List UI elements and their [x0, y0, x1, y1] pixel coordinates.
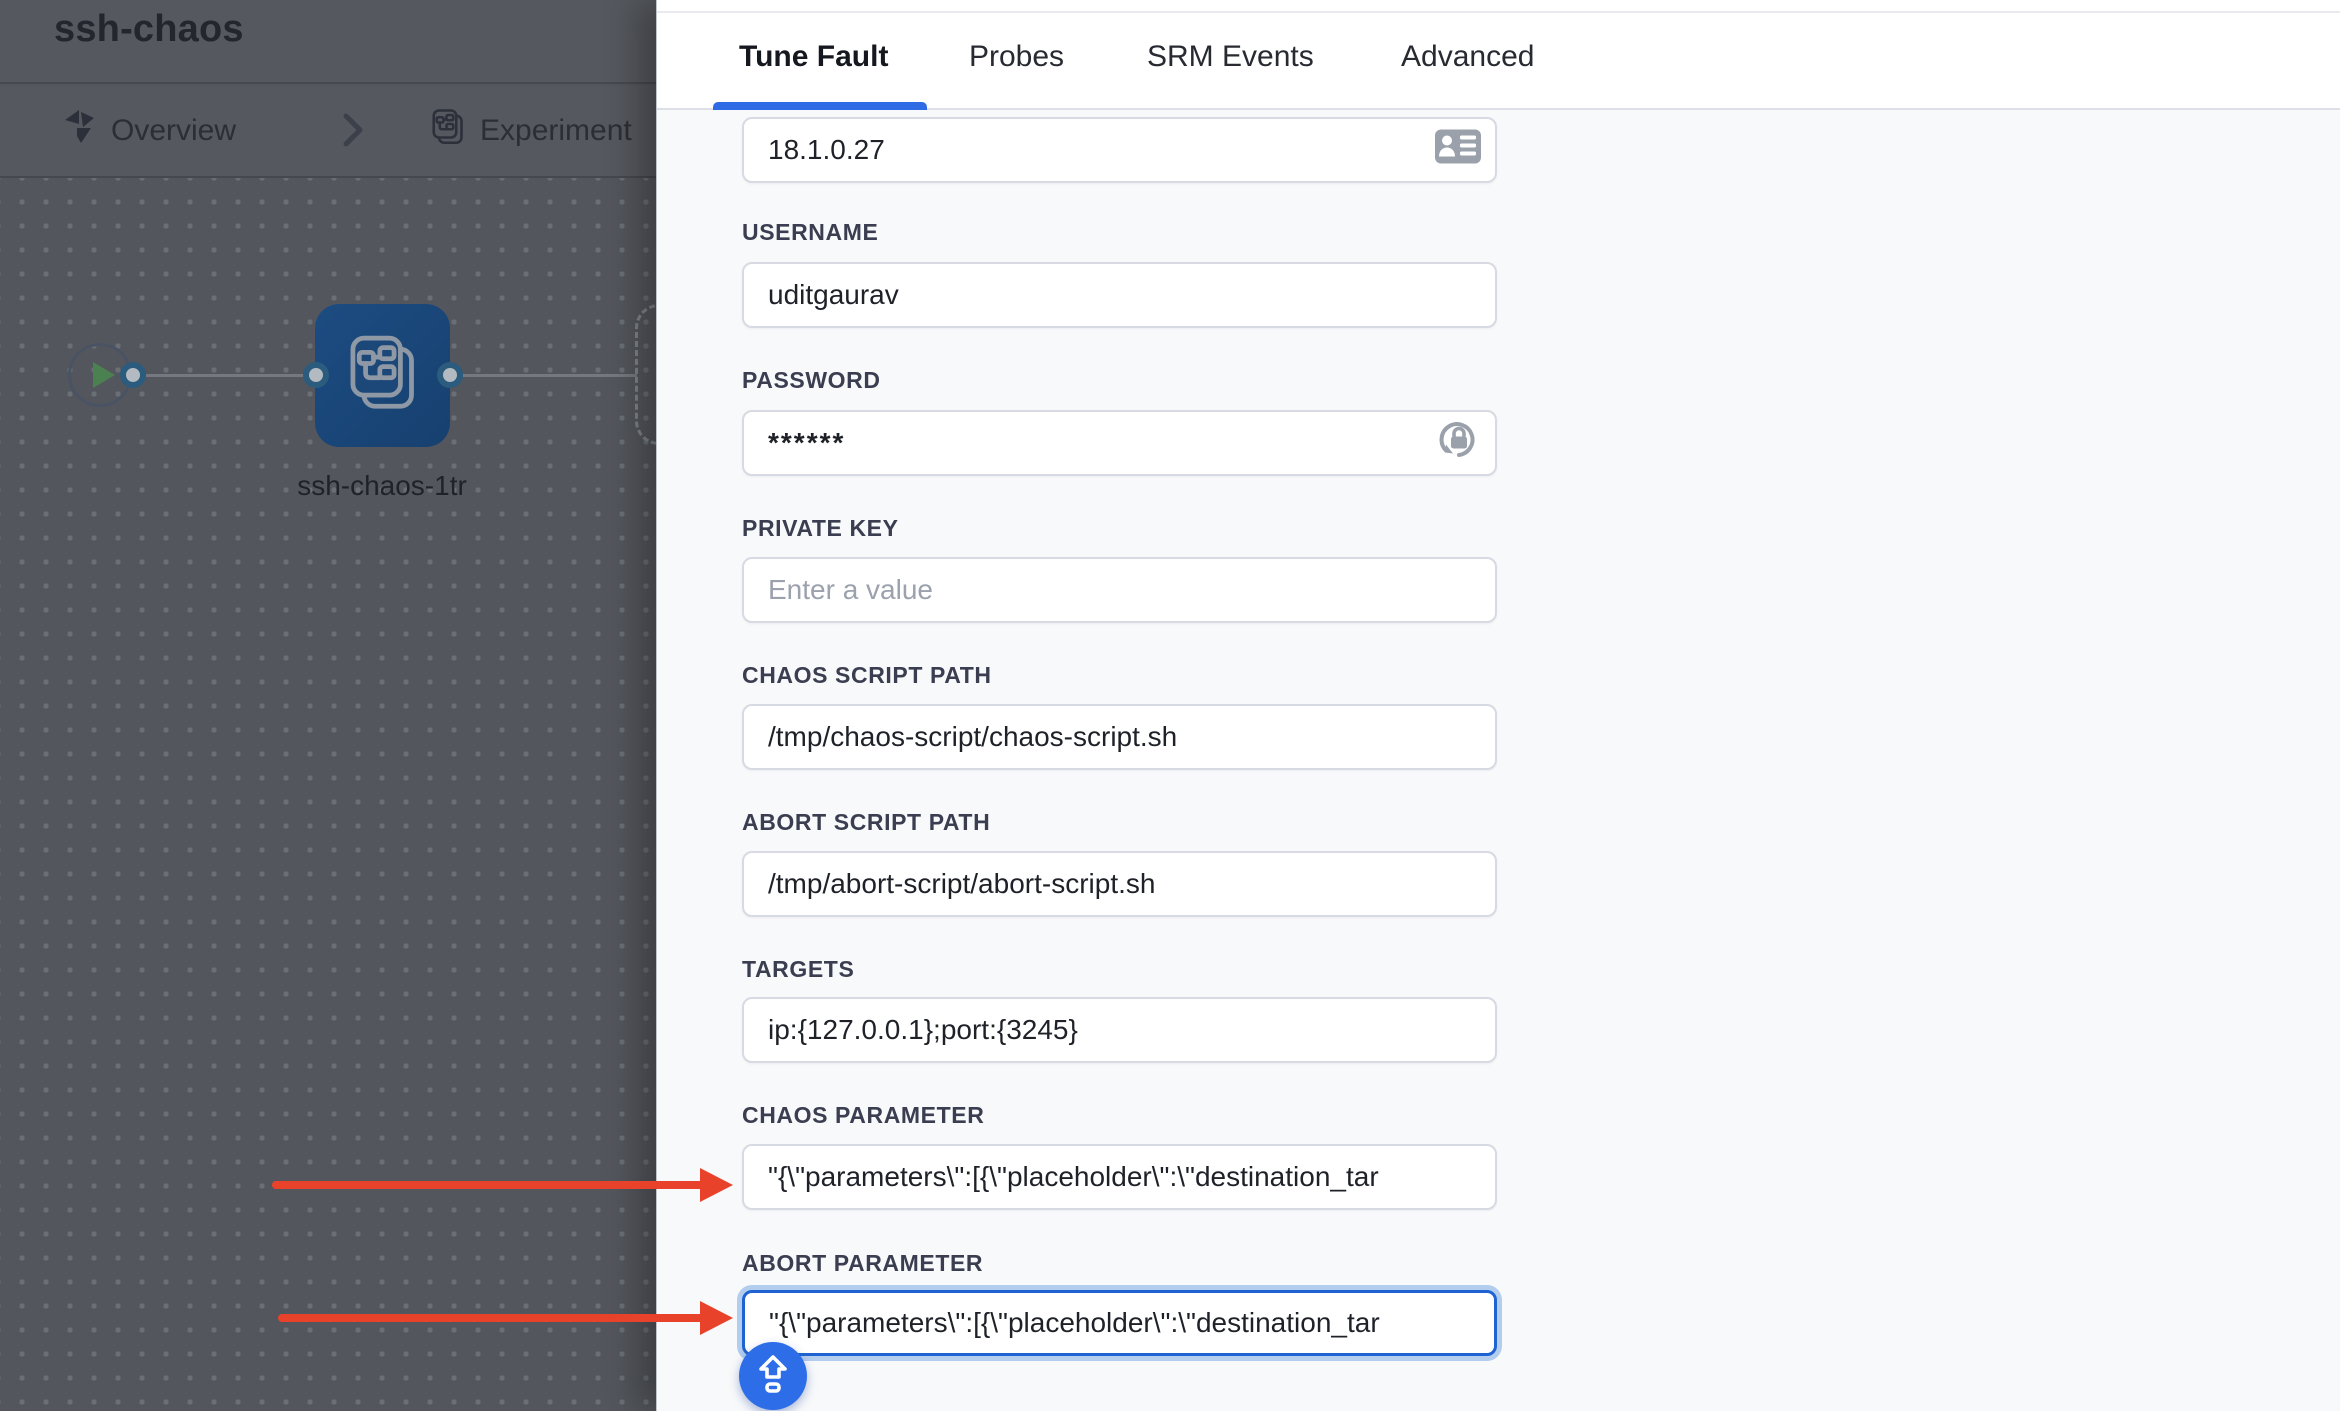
breadcrumb: Overview Experiment	[0, 86, 656, 178]
abort-script-path-input[interactable]: /tmp/abort-script/abort-script.sh	[742, 851, 1497, 917]
breadcrumb-overview-label: Overview	[111, 114, 236, 148]
private-key-label: PRIVATE KEY	[742, 515, 899, 542]
tab-advanced[interactable]: Advanced	[1401, 40, 1534, 74]
abort-script-path-value: /tmp/abort-script/abort-script.sh	[768, 868, 1155, 900]
fault-node-ssh-chaos[interactable]	[315, 304, 450, 447]
app-window: ssh-chaos Overview	[0, 0, 2340, 1411]
add-node-placeholder[interactable]	[635, 304, 656, 445]
drawer-tabbar: Tune Fault Probes SRM Events Advanced	[657, 0, 2340, 110]
breadcrumb-experiment-label: Experiment	[480, 114, 632, 148]
tab-probes[interactable]: Probes	[969, 40, 1064, 74]
targets-input[interactable]: ip:{127.0.0.1};port:{3245}	[742, 997, 1497, 1063]
chevron-right-icon	[340, 110, 366, 155]
chaos-script-path-input[interactable]: /tmp/chaos-script/chaos-script.sh	[742, 704, 1497, 770]
private-key-input[interactable]: Enter a value	[742, 557, 1497, 623]
abort-parameter-input[interactable]: "{\"parameters\":[{\"placeholder\":\"des…	[742, 1290, 1497, 1356]
edge-node-to-next	[462, 374, 637, 377]
app-header: ssh-chaos	[0, 0, 656, 84]
fault-node-label: ssh-chaos-1tr	[232, 470, 532, 502]
private-key-placeholder: Enter a value	[768, 574, 933, 606]
fault-node-in-port	[303, 362, 329, 388]
fault-node-out-port	[437, 362, 463, 388]
arrowhead-icon	[700, 1168, 733, 1202]
apply-changes-button[interactable]	[739, 1342, 807, 1410]
pinwheel-icon	[63, 108, 97, 154]
dimmed-canvas-region: ssh-chaos Overview	[0, 0, 656, 1411]
arrowhead-icon	[700, 1301, 733, 1335]
chaos-script-path-value: /tmp/chaos-script/chaos-script.sh	[768, 721, 1177, 753]
chaos-parameter-label: CHAOS PARAMETER	[742, 1102, 984, 1129]
play-icon	[93, 362, 115, 388]
password-input[interactable]: ******	[742, 410, 1497, 476]
abort-script-path-label: ABORT SCRIPT PATH	[742, 809, 990, 836]
id-card-icon[interactable]	[1434, 129, 1482, 172]
active-tab-underline	[713, 102, 927, 110]
breadcrumb-overview[interactable]: Overview	[63, 86, 236, 176]
secret-lock-icon[interactable]	[1436, 417, 1482, 470]
tune-fault-drawer: Tune Fault Probes SRM Events Advanced 18…	[656, 0, 2340, 1411]
chaos-parameter-value: "{\"parameters\":[{\"placeholder\":\"des…	[768, 1161, 1379, 1193]
chaos-parameter-input[interactable]: "{\"parameters\":[{\"placeholder\":\"des…	[742, 1144, 1497, 1210]
drawer-top-divider	[657, 11, 2340, 13]
breadcrumb-experiment[interactable]: Experiment	[430, 86, 632, 176]
username-label: USERNAME	[742, 219, 878, 246]
start-node-port	[120, 362, 146, 388]
abort-parameter-label: ABORT PARAMETER	[742, 1250, 983, 1277]
username-input[interactable]: uditgaurav	[742, 262, 1497, 328]
host-input[interactable]: 18.1.0.27	[742, 117, 1497, 183]
chaos-script-path-label: CHAOS SCRIPT PATH	[742, 662, 992, 689]
abort-parameter-value: "{\"parameters\":[{\"placeholder\":\"des…	[769, 1307, 1380, 1339]
page-title: ssh-chaos	[54, 8, 244, 51]
tab-srm-events[interactable]: SRM Events	[1147, 40, 1314, 74]
password-label: PASSWORD	[742, 367, 881, 394]
edge-start-to-node	[146, 374, 306, 377]
tab-tune-fault[interactable]: Tune Fault	[739, 40, 888, 74]
upload-arrow-icon	[753, 1353, 793, 1400]
targets-value: ip:{127.0.0.1};port:{3245}	[768, 1014, 1078, 1046]
targets-label: TARGETS	[742, 956, 854, 983]
username-value: uditgaurav	[768, 279, 899, 311]
experiment-doc-icon	[430, 108, 466, 154]
fault-doc-icon	[345, 333, 421, 418]
host-value: 18.1.0.27	[768, 134, 885, 166]
password-value: ******	[768, 427, 845, 459]
